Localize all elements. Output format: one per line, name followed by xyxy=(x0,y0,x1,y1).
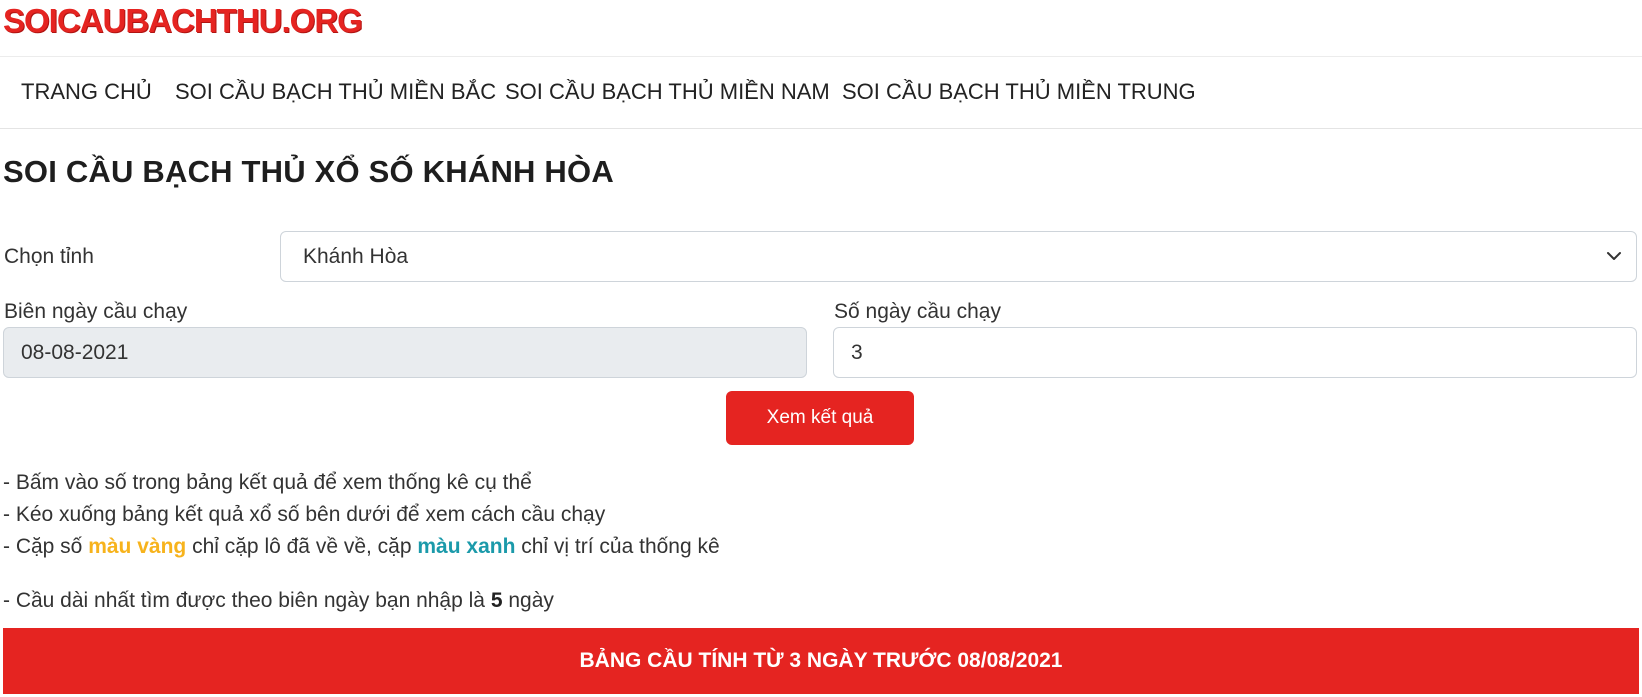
note-line-3-part-c: chỉ vị trí của thống kê xyxy=(515,535,720,558)
note-line-3-part-b: chỉ cặp lô đã về về, cặp xyxy=(186,535,418,558)
note-line-4-part-a: - Cầu dài nhất tìm được theo biên ngày b… xyxy=(3,589,491,612)
note-line-3-part-a: - Cặp số xyxy=(3,535,89,558)
province-select[interactable]: Khánh Hòa xyxy=(280,231,1637,282)
note-line-1: - Bấm vào số trong bảng kết quả để xem t… xyxy=(3,471,532,494)
result-table-banner: BẢNG CẦU TÍNH TỪ 3 NGÀY TRƯỚC 08/08/2021 xyxy=(3,628,1639,694)
note-line-4: - Cầu dài nhất tìm được theo biên ngày b… xyxy=(3,589,554,613)
date-input[interactable]: 08-08-2021 xyxy=(3,327,807,378)
note-line-4-part-b: ngày xyxy=(502,589,554,612)
site-logo[interactable]: SOICAUBACHTHU.ORG xyxy=(3,2,363,40)
main-nav: TRANG CHỦ SOI CẦU BẠCH THỦ MIỀN BẮC SOI … xyxy=(0,57,1642,129)
view-result-button[interactable]: Xem kết quả xyxy=(726,391,914,445)
teal-highlight: màu xanh xyxy=(417,535,516,558)
days-label: Số ngày cầu chạy xyxy=(834,300,1001,323)
nav-item-home[interactable]: TRANG CHỦ xyxy=(21,79,152,105)
nav-item-south[interactable]: SOI CẦU BẠCH THỦ MIỀN NAM xyxy=(505,79,830,105)
province-label: Chọn tỉnh xyxy=(4,245,94,268)
province-select-value: Khánh Hòa xyxy=(303,245,409,268)
chevron-down-icon xyxy=(1607,252,1621,260)
nav-item-central[interactable]: SOI CẦU BẠCH THỦ MIỀN TRUNG xyxy=(842,79,1196,105)
date-label: Biên ngày cầu chạy xyxy=(4,300,188,323)
longest-streak-value: 5 xyxy=(490,589,503,612)
note-line-2: - Kéo xuống bảng kết quả xổ số bên dưới … xyxy=(3,503,606,526)
nav-item-north[interactable]: SOI CẦU BẠCH THỦ MIỀN BẮC xyxy=(175,79,496,105)
days-input[interactable]: 3 xyxy=(833,327,1637,378)
note-line-3: - Cặp số màu vàng chỉ cặp lô đã về về, c… xyxy=(3,535,720,559)
page-title: SOI CẦU BẠCH THỦ XỔ SỐ KHÁNH HÒA xyxy=(3,154,614,189)
yellow-highlight: màu vàng xyxy=(88,535,187,558)
